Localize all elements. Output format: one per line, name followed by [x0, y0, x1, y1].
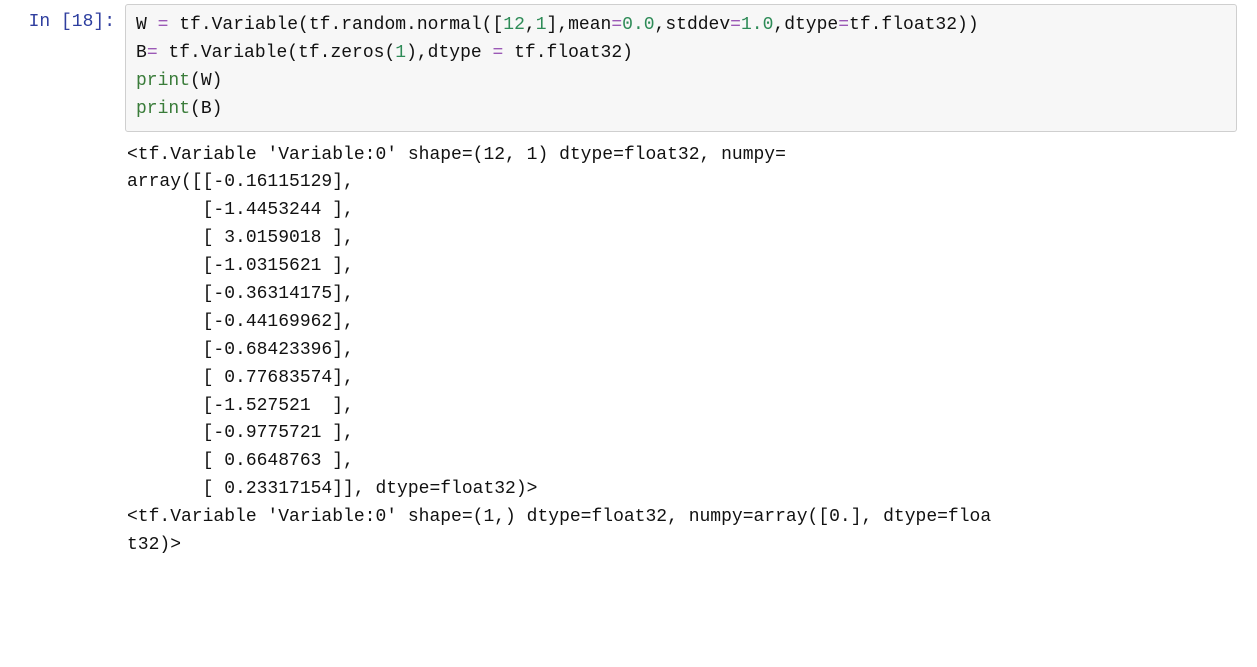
- code-line-3: print(W): [136, 68, 1226, 96]
- code-line-1: W = tf.Variable(tf.random.normal([12,1],…: [136, 12, 1226, 40]
- prompt-number: 18: [72, 12, 94, 32]
- code-line-2: B= tf.Variable(tf.zeros(1),dtype = tf.fl…: [136, 40, 1226, 68]
- input-prompt: In [18]:: [0, 4, 125, 32]
- code-line-4: print(B): [136, 96, 1226, 124]
- prompt-bracket-close: ]:: [93, 12, 115, 32]
- cell-content: W = tf.Variable(tf.random.normal([12,1],…: [125, 4, 1257, 560]
- prompt-bracket-open: [: [61, 12, 72, 32]
- notebook-cell: In [18]: W = tf.Variable(tf.random.norma…: [0, 4, 1257, 560]
- code-input[interactable]: W = tf.Variable(tf.random.normal([12,1],…: [125, 4, 1237, 132]
- code-output: <tf.Variable 'Variable:0' shape=(12, 1) …: [125, 132, 1237, 560]
- prompt-in-label: In: [29, 12, 61, 32]
